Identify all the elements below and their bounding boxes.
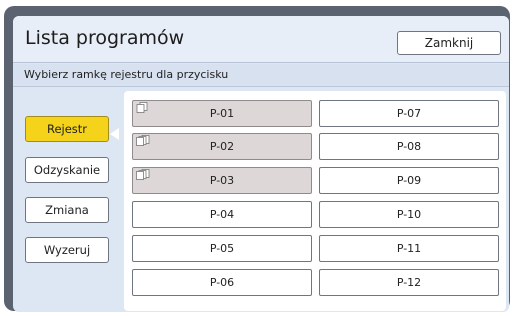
pointer-arrow-icon xyxy=(110,128,119,140)
program-slot-p09[interactable]: P-09 xyxy=(319,167,499,194)
program-slot-grid: P-01 P-02 P-03 P-04 P-05 P-06 P-07 P-08 … xyxy=(124,91,506,311)
instruction-bar: Wybierz ramkę rejestru dla przycisku xyxy=(13,64,509,87)
window-frame: Lista programów Zamknij Wybierz ramkę re… xyxy=(4,6,510,312)
program-slot-p08[interactable]: P-08 xyxy=(319,133,499,160)
instruction-text: Wybierz ramkę rejestru dla przycisku xyxy=(24,68,229,81)
program-slot-p05[interactable]: P-05 xyxy=(132,235,312,262)
program-slot-label: P-11 xyxy=(396,242,422,255)
program-slot-p07[interactable]: P-07 xyxy=(319,100,499,127)
register-button[interactable]: Rejestr xyxy=(25,116,109,142)
program-slot-p04[interactable]: P-04 xyxy=(132,201,312,228)
program-slot-label: P-08 xyxy=(396,140,422,153)
program-slot-p02[interactable]: P-02 xyxy=(132,133,312,160)
program-slot-p03[interactable]: P-03 xyxy=(132,167,312,194)
program-slot-p12[interactable]: P-12 xyxy=(319,269,499,296)
program-slot-label: P-07 xyxy=(396,107,422,120)
program-slot-label: P-02 xyxy=(209,140,235,153)
program-slot-p11[interactable]: P-11 xyxy=(319,235,499,262)
program-slot-label: P-09 xyxy=(396,174,422,187)
program-slot-label: P-01 xyxy=(209,107,235,120)
program-slot-label: P-10 xyxy=(396,208,422,221)
program-slot-p10[interactable]: P-10 xyxy=(319,201,499,228)
close-button[interactable]: Zamknij xyxy=(397,31,501,55)
recall-button[interactable]: Odzyskanie xyxy=(25,157,109,183)
reset-button[interactable]: Wyzeruj xyxy=(25,237,109,263)
dialog-title: Lista programów xyxy=(25,27,185,49)
program-slot-label: P-06 xyxy=(209,276,235,289)
program-slot-p06[interactable]: P-06 xyxy=(132,269,312,296)
program-slot-label: P-04 xyxy=(209,208,235,221)
program-slot-label: P-05 xyxy=(209,242,235,255)
dialog-header: Lista programów Zamknij xyxy=(13,16,509,63)
program-slot-p01[interactable]: P-01 xyxy=(132,100,312,127)
program-slot-label: P-03 xyxy=(209,174,235,187)
document-stack-icon xyxy=(136,135,150,146)
document-stack-icon xyxy=(136,169,150,180)
program-slot-label: P-12 xyxy=(396,276,422,289)
document-stack-icon xyxy=(136,102,148,113)
change-button[interactable]: Zmiana xyxy=(25,197,109,223)
dialog-panel: Lista programów Zamknij Wybierz ramkę re… xyxy=(13,16,509,312)
